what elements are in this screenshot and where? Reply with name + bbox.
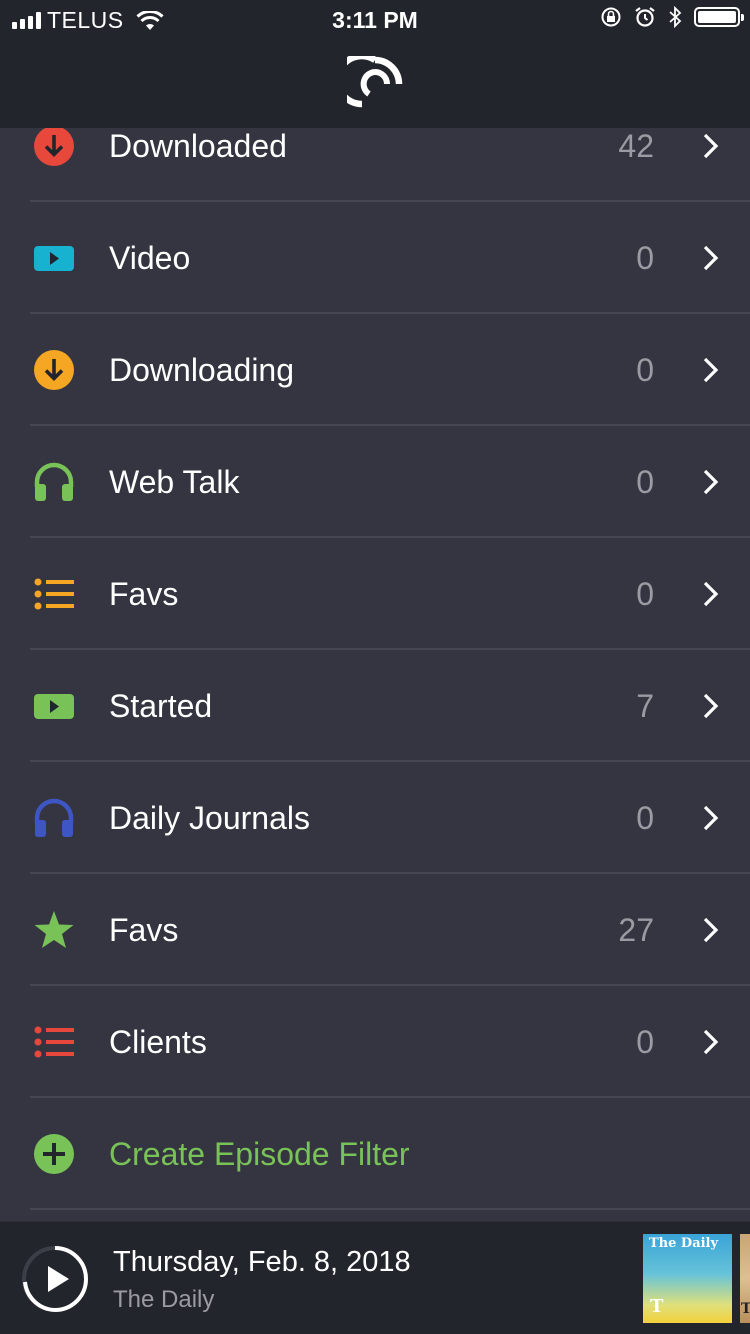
list-icon — [33, 573, 75, 615]
chevron-right-icon — [703, 805, 719, 831]
video-play-icon — [33, 685, 75, 727]
filter-label: Clients — [109, 1024, 207, 1060]
filter-label: Daily Journals — [109, 800, 310, 836]
play-button[interactable] — [20, 1244, 90, 1314]
download-circle-icon — [33, 349, 75, 391]
chevron-right-icon — [703, 581, 719, 607]
filter-label: Started — [109, 688, 213, 724]
chevron-right-icon — [703, 1029, 719, 1055]
download-circle-icon — [33, 128, 75, 167]
status-bar: TELUS 3:11 PM — [0, 0, 750, 40]
filter-count: 0 — [636, 1024, 654, 1060]
filter-row-started[interactable]: Started 7 — [0, 650, 750, 762]
chevron-right-icon — [703, 357, 719, 383]
filter-count: 7 — [636, 688, 654, 724]
nyt-logo-icon: T — [650, 1296, 664, 1317]
mini-player[interactable]: Thursday, Feb. 8, 2018 The Daily The Dai… — [0, 1221, 750, 1334]
chevron-right-icon — [703, 245, 719, 271]
plus-circle-icon — [33, 1133, 75, 1175]
artwork-title: The Daily — [649, 1236, 719, 1251]
rotation-lock-icon — [601, 7, 621, 27]
filter-label: Downloaded — [109, 128, 287, 164]
filter-row-video[interactable]: Video 0 — [0, 202, 750, 314]
chevron-right-icon — [703, 133, 719, 159]
filter-count: 0 — [636, 576, 654, 612]
filter-count: 0 — [636, 240, 654, 276]
filter-label: Favs — [109, 576, 179, 612]
filter-row-downloading[interactable]: Downloading 0 — [0, 314, 750, 426]
filter-count: 42 — [618, 128, 654, 164]
filter-count: 27 — [618, 912, 654, 948]
list-icon — [33, 1021, 75, 1063]
episode-title: Thursday, Feb. 8, 2018 — [113, 1246, 411, 1278]
filter-row-clients[interactable]: Clients 0 — [0, 986, 750, 1098]
alarm-icon — [635, 7, 655, 27]
app-screen: TELUS 3:11 PM Downloaded 42 Video 0 Down… — [0, 0, 750, 1334]
next-artwork-letter: T — [741, 1301, 750, 1317]
filter-count: 0 — [636, 800, 654, 836]
filter-label: Web Talk — [109, 464, 240, 500]
filter-row-daily-journals[interactable]: Daily Journals 0 — [0, 762, 750, 874]
chevron-right-icon — [703, 917, 719, 943]
status-indicators — [600, 6, 744, 28]
next-podcast-artwork[interactable]: T — [740, 1234, 750, 1323]
header: TELUS 3:11 PM — [0, 0, 750, 128]
podcast-name: The Daily — [113, 1286, 215, 1313]
filter-label: Video — [109, 240, 191, 276]
create-episode-filter-button[interactable]: Create Episode Filter — [0, 1098, 750, 1210]
filter-label: Downloading — [109, 352, 295, 388]
filter-row-favs[interactable]: Favs 0 — [0, 538, 750, 650]
battery-icon — [694, 7, 744, 27]
chevron-right-icon — [703, 693, 719, 719]
episode-filter-list: Downloaded 42 Video 0 Downloading 0 Web … — [0, 128, 750, 1214]
pocket-casts-logo-icon — [347, 56, 403, 108]
filter-row-downloaded[interactable]: Downloaded 42 — [0, 128, 750, 202]
headphones-icon — [33, 461, 75, 503]
bluetooth-icon — [669, 6, 682, 28]
headphones-icon — [33, 797, 75, 839]
chevron-right-icon — [703, 469, 719, 495]
filter-count: 0 — [636, 464, 654, 500]
filter-row-web-talk[interactable]: Web Talk 0 — [0, 426, 750, 538]
create-filter-label: Create Episode Filter — [109, 1136, 410, 1172]
filter-label: Favs — [109, 912, 179, 948]
video-play-icon — [33, 237, 75, 279]
filter-row-favs-starred[interactable]: Favs 27 — [0, 874, 750, 986]
filter-count: 0 — [636, 352, 654, 388]
podcast-artwork[interactable]: The Daily T — [643, 1234, 732, 1323]
star-icon — [33, 909, 75, 951]
